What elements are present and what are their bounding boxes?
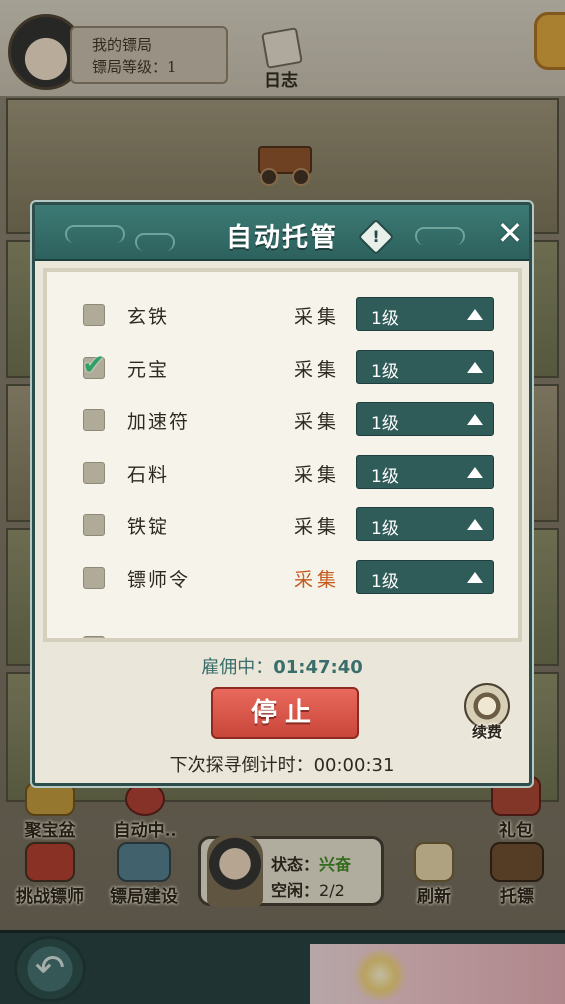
hire-time: 01:47:40 — [273, 657, 363, 678]
resource-name: 镖师令 — [127, 569, 191, 591]
level-value: 1级 — [371, 361, 399, 382]
level-value: 1级 — [371, 572, 399, 592]
next-label: 下次探寻倒计时： — [169, 755, 314, 776]
level-dropdown[interactable]: 1级 — [356, 454, 494, 489]
resource-name: 石料 — [127, 463, 170, 486]
collect-label: 采集 — [294, 411, 341, 434]
hire-status: 雇佣中：01:47:40 — [35, 653, 529, 679]
level-dropdown[interactable]: 1级 — [356, 297, 494, 331]
resource-checkbox[interactable] — [83, 635, 105, 638]
level-dropdown[interactable]: 1级 — [356, 560, 494, 594]
level-value: 1级 — [371, 309, 399, 329]
resource-row-partial — [47, 606, 518, 638]
resource-checkbox[interactable] — [83, 409, 105, 432]
arrow-up-icon — [467, 414, 483, 426]
resource-name: 铁锭 — [127, 516, 170, 539]
arrow-up-icon — [467, 466, 483, 478]
collect-label: 采集 — [294, 569, 341, 591]
resource-row: ✔ 元宝 采集 1级 — [47, 343, 518, 393]
dialog-title: 自动托管 — [225, 223, 338, 253]
level-dropdown[interactable]: 1级 — [356, 507, 494, 542]
collect-label: 采集 — [294, 516, 341, 539]
collect-label: 采集 — [294, 306, 341, 328]
resource-row: 铁锭 采集 1级 — [47, 500, 518, 550]
level-dropdown[interactable]: 1级 — [356, 349, 494, 384]
auto-manage-dialog: 自动托管 ! ✕ 玄铁 采集 1级 ✔ 元宝 采集 1级 加速符 采集 1级 石料 采集 1级 铁锭 采集 1… — [32, 202, 532, 786]
resource-checkbox[interactable] — [83, 461, 105, 484]
collect-label: 采集 — [294, 463, 341, 486]
resource-checkbox[interactable] — [83, 514, 105, 537]
level-value: 1级 — [371, 466, 399, 487]
renew-button[interactable]: 续费 — [459, 683, 515, 747]
next-search-countdown: 下次探寻倒计时：00:00:31 — [35, 751, 529, 777]
checkmark-icon: ✔ — [82, 347, 106, 381]
arrow-up-icon — [467, 572, 483, 583]
dialog-header: 自动托管 ! ✕ — [35, 205, 529, 261]
collect-label: 采集 — [294, 358, 341, 381]
arrow-up-icon — [467, 309, 483, 320]
resource-name: 元宝 — [127, 358, 170, 381]
level-value: 1级 — [371, 414, 399, 435]
resource-row: 石料 采集 1级 — [47, 448, 518, 498]
hire-label: 雇佣中： — [201, 657, 274, 678]
next-time: 00:00:31 — [313, 755, 395, 776]
resource-name: 加速符 — [127, 411, 191, 434]
resource-list[interactable]: 玄铁 采集 1级 ✔ 元宝 采集 1级 加速符 采集 1级 石料 采集 1级 铁锭 采集 1级 镖师令 采集 1级 — [43, 268, 522, 642]
renew-label: 续费 — [471, 723, 502, 741]
stop-button[interactable]: 停止 — [211, 687, 359, 739]
resource-row: 玄铁 采集 1级 — [47, 290, 518, 340]
resource-checkbox[interactable]: ✔ — [82, 348, 105, 381]
close-icon[interactable]: ✕ — [495, 217, 525, 249]
resource-row: 镖师令 采集 1级 — [47, 553, 518, 603]
level-dropdown[interactable]: 1级 — [356, 402, 494, 437]
resource-checkbox[interactable] — [83, 304, 105, 326]
resource-name: 玄铁 — [127, 306, 170, 328]
resource-row: 加速符 采集 1级 — [47, 395, 518, 445]
resource-checkbox[interactable] — [83, 567, 105, 589]
level-value: 1级 — [371, 519, 399, 540]
arrow-up-icon — [467, 361, 483, 373]
arrow-up-icon — [467, 519, 483, 531]
